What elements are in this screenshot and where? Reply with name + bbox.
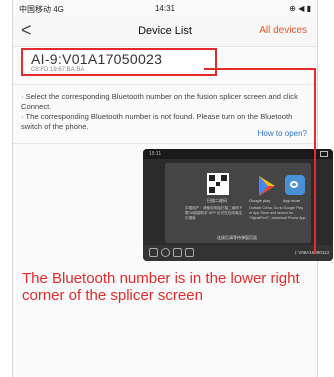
splicer-screen-image: 15:11 扫描二维码 Google play App store 中国用户：请… xyxy=(143,149,333,261)
bluetooth-number: ᛒ V08A15090113 xyxy=(294,250,329,255)
status-icons: ⊕ ◀ ▮ xyxy=(289,4,311,13)
device-mac: C8:FD:19:67:BA:BA xyxy=(31,67,85,73)
google-play-icon xyxy=(259,176,275,196)
device-item[interactable]: AI-9:V01A17050023 C8:FD:19:67:BA:BA xyxy=(21,48,217,76)
cn-instructions: 中国用户：请使用电脑扫描二维码下载“AI熔接助手”APP 也可在应用商店中搜索 xyxy=(185,206,243,220)
download-panel: 扫描二维码 Google play App store 中国用户：请使用电脑扫描… xyxy=(165,163,311,243)
bluetooth-icon xyxy=(173,248,182,257)
info-text: · Select the corresponding Bluetooth num… xyxy=(21,92,309,132)
splicer-status-bar: 15:11 xyxy=(143,149,333,159)
divider xyxy=(13,84,317,85)
app-store-label: App store xyxy=(283,198,301,203)
qr-code-icon xyxy=(207,173,229,195)
qr-label: 扫描二维码 xyxy=(207,198,227,203)
all-devices-link[interactable]: All devices xyxy=(259,25,307,36)
battery-icon xyxy=(320,151,328,157)
bottom-note: 连接后请等待弹窗页面 xyxy=(217,235,257,240)
google-play-label: Google play xyxy=(249,198,271,203)
nav-bar: < Device List All devices xyxy=(13,16,317,47)
lock-icon xyxy=(185,248,194,257)
status-bar: 中国移动 4G 14:31 ⊕ ◀ ▮ xyxy=(13,0,317,16)
status-time: 14:31 xyxy=(154,4,176,13)
home-icon xyxy=(149,248,158,257)
splicer-bottom-bar: ᛒ V08A15090113 xyxy=(143,245,333,261)
info-line-1: · Select the corresponding Bluetooth num… xyxy=(21,92,298,111)
divider xyxy=(13,143,317,144)
bluetooth-hint: The Bluetooth number is in the lower rig… xyxy=(22,270,300,304)
splicer-time: 15:11 xyxy=(149,151,162,157)
settings-icon xyxy=(161,248,170,257)
device-name: AI-9:V01A17050023 xyxy=(31,51,163,67)
en-instructions: Outside China: Go to Google Play or App … xyxy=(249,206,306,220)
leader-line-v xyxy=(314,68,316,254)
leader-line-h xyxy=(204,68,316,70)
app-store-icon xyxy=(285,175,305,195)
how-to-open-link[interactable]: How to open? xyxy=(258,129,307,138)
